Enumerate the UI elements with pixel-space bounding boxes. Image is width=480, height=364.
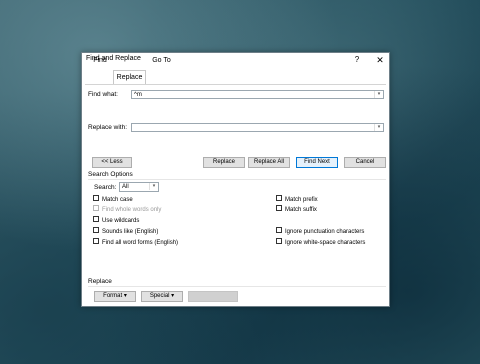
special-button[interactable]: Special ▾ xyxy=(141,291,183,302)
checkbox-box[interactable] xyxy=(93,227,99,234)
checkbox-box[interactable] xyxy=(93,238,99,245)
checkbox-box[interactable] xyxy=(93,195,99,202)
replace-all-button[interactable]: Replace All xyxy=(248,157,290,168)
help-button[interactable]: ? xyxy=(350,53,364,67)
find-what-combo[interactable]: ^m ▾ xyxy=(131,90,384,99)
tab-divider xyxy=(85,84,386,85)
tab-goto[interactable]: Go To xyxy=(149,55,174,67)
find-what-label: Find what: xyxy=(88,91,118,98)
title-bar: Find and Replace ? ✕ xyxy=(82,53,389,67)
checkbox-box[interactable] xyxy=(93,216,99,223)
find-what-input[interactable]: ^m xyxy=(134,91,142,99)
replace-with-combo[interactable]: ▾ xyxy=(131,123,384,132)
format-button[interactable]: Format ▾ xyxy=(94,291,136,302)
match-suffix-checkbox[interactable]: Match suffix xyxy=(276,205,317,214)
search-label: Search: xyxy=(94,184,117,191)
checkbox-box xyxy=(93,205,99,212)
whole-words-checkbox: Find whole words only xyxy=(93,205,162,214)
checkbox-label: Ignore white-space characters xyxy=(285,240,366,246)
checkbox-label: Find all word forms (English) xyxy=(102,240,179,246)
chevron-down-icon[interactable]: ▾ xyxy=(149,183,158,190)
tab-replace[interactable]: Replace xyxy=(113,70,146,84)
match-prefix-checkbox[interactable]: Match prefix xyxy=(276,195,318,204)
checkbox-label: Use wildcards xyxy=(102,218,140,224)
replace-button[interactable]: Replace xyxy=(203,157,245,168)
sounds-like-checkbox[interactable]: Sounds like (English) xyxy=(93,227,159,236)
checkbox-label: Ignore punctuation characters xyxy=(285,229,365,235)
ignore-punctuation-checkbox[interactable]: Ignore punctuation characters xyxy=(276,227,365,236)
replace-section-divider xyxy=(88,286,386,287)
checkbox-label: Find whole words only xyxy=(102,207,162,213)
close-button[interactable]: ✕ xyxy=(373,53,387,67)
ignore-whitespace-checkbox[interactable]: Ignore white-space characters xyxy=(276,238,366,247)
chevron-down-icon[interactable]: ▾ xyxy=(374,91,383,98)
replace-section-heading: Replace xyxy=(88,278,112,285)
no-formatting-button: No Formatting xyxy=(188,291,238,302)
chevron-down-icon[interactable]: ▾ xyxy=(374,124,383,131)
find-next-button[interactable]: Find Next xyxy=(296,157,338,168)
search-options-divider xyxy=(88,179,386,180)
checkbox-label: Sounds like (English) xyxy=(102,229,159,235)
cancel-button[interactable]: Cancel xyxy=(344,157,386,168)
checkbox-label: Match prefix xyxy=(285,197,318,203)
search-options-heading: Search Options xyxy=(88,171,133,178)
search-direction-select[interactable]: All ▾ xyxy=(119,182,159,192)
checkbox-box[interactable] xyxy=(276,238,282,245)
checkbox-box[interactable] xyxy=(276,195,282,202)
replace-with-label: Replace with: xyxy=(88,124,128,131)
checkbox-label: Match suffix xyxy=(285,207,317,213)
checkbox-box[interactable] xyxy=(276,205,282,212)
tab-find[interactable]: Find xyxy=(90,55,110,67)
find-replace-dialog: Find and Replace ? ✕ Find Replace Go To … xyxy=(81,52,390,307)
checkbox-box[interactable] xyxy=(276,227,282,234)
checkbox-label: Match case xyxy=(102,197,133,203)
search-direction-value: All xyxy=(122,184,129,190)
less-button[interactable]: << Less xyxy=(92,157,132,168)
use-wildcards-checkbox[interactable]: Use wildcards xyxy=(93,216,140,225)
match-case-checkbox[interactable]: Match case xyxy=(93,195,133,204)
word-forms-checkbox[interactable]: Find all word forms (English) xyxy=(93,238,179,247)
